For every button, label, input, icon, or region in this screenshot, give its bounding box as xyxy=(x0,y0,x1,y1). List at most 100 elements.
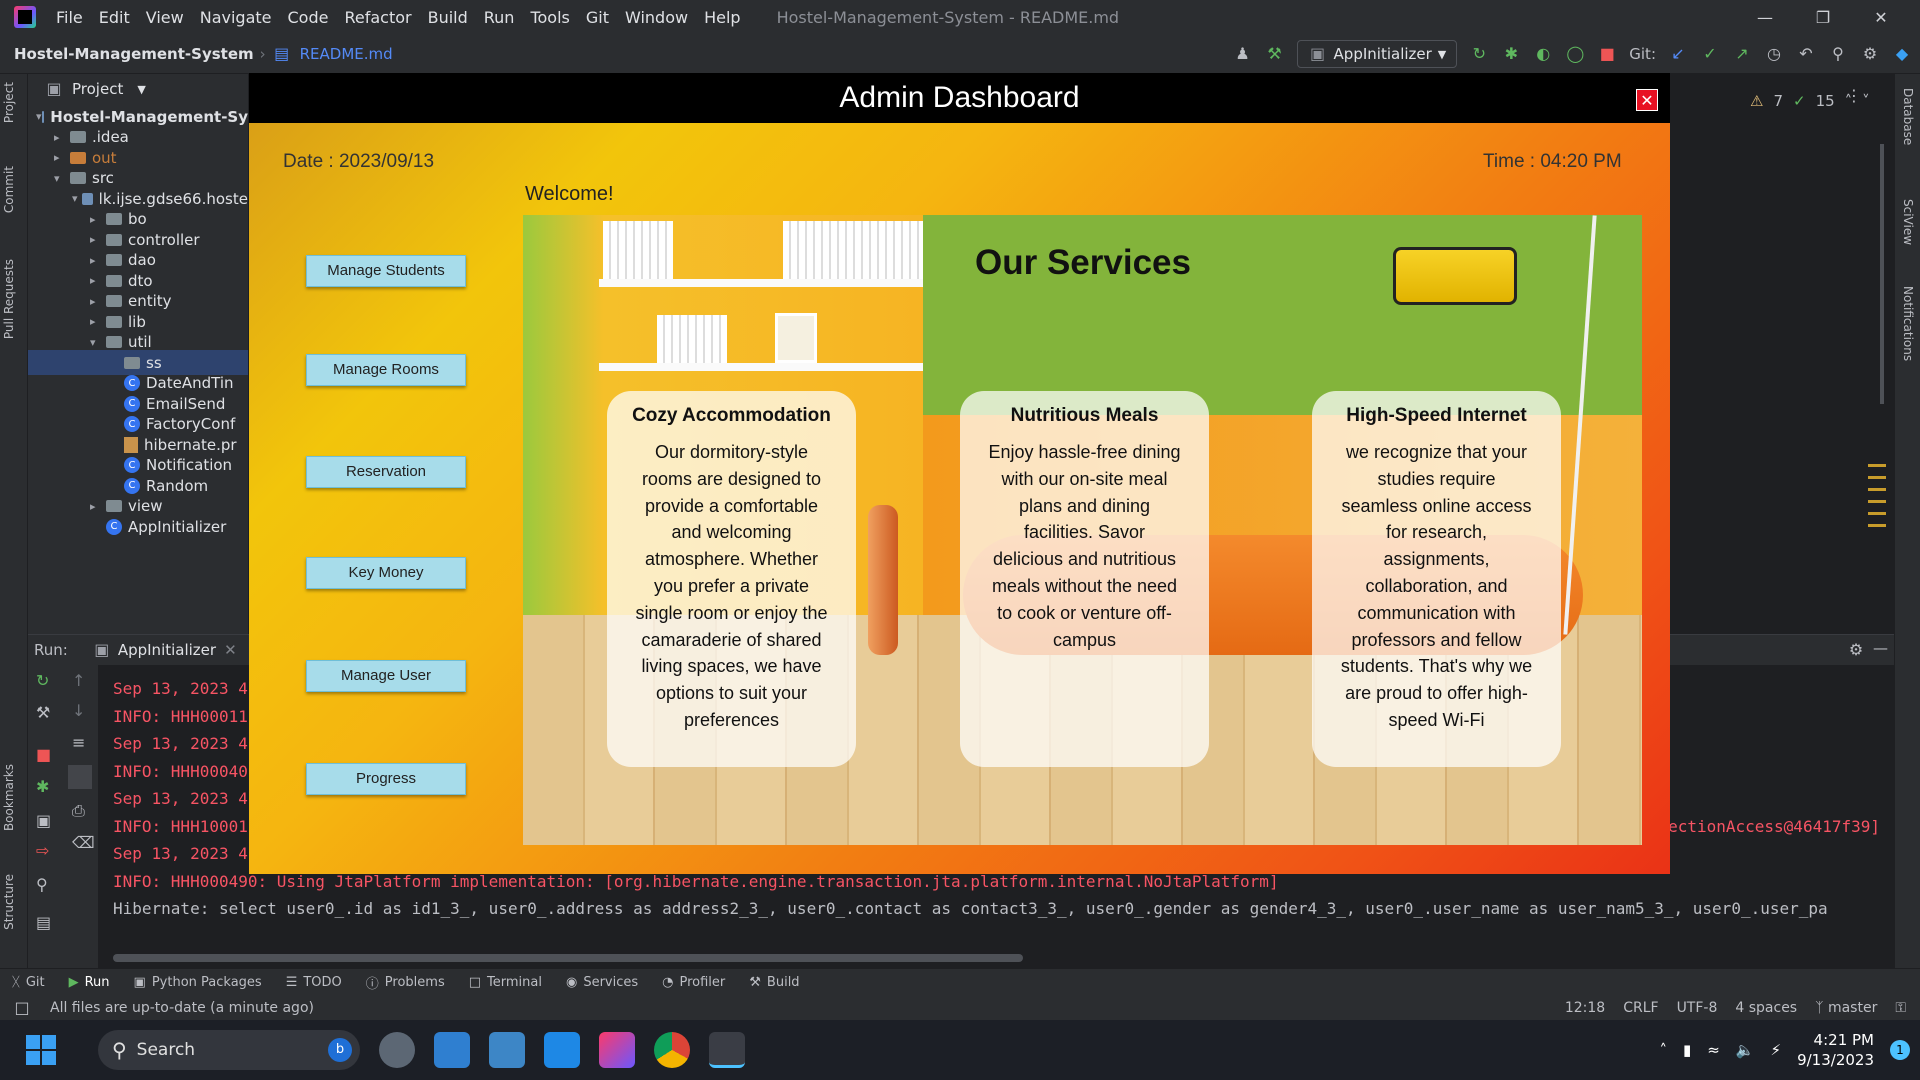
menu-file[interactable]: File xyxy=(48,8,91,27)
close-tab-icon[interactable]: ✕ xyxy=(224,641,237,659)
user-icon[interactable]: ♟ xyxy=(1233,44,1253,64)
debug-icon[interactable]: ✱ xyxy=(36,777,49,796)
chevron-right-icon[interactable]: ▸ xyxy=(90,254,106,267)
chevron-down-icon[interactable]: ▾ xyxy=(36,110,42,123)
tool-tab-run[interactable]: ▶ Run xyxy=(57,975,122,990)
tab-database[interactable]: Database xyxy=(1901,88,1915,145)
minimize-icon[interactable]: — xyxy=(1736,8,1794,27)
more-options-icon[interactable]: ⋮ xyxy=(1846,86,1862,105)
intellij-app-icon[interactable] xyxy=(599,1032,635,1068)
key-money-button[interactable]: Key Money xyxy=(306,557,466,589)
menu-view[interactable]: View xyxy=(138,8,192,27)
chevron-right-icon[interactable]: ▸ xyxy=(90,233,106,246)
scroll-end-icon[interactable] xyxy=(68,765,92,789)
pin-icon[interactable]: ⚲ xyxy=(36,875,48,894)
menu-run[interactable]: Run xyxy=(476,8,523,27)
photos-app-icon[interactable] xyxy=(489,1032,525,1068)
chevron-down-icon[interactable]: ▾ xyxy=(54,172,70,185)
notification-badge[interactable]: 1 xyxy=(1890,1040,1910,1060)
exit-icon[interactable]: ⇨ xyxy=(36,841,49,860)
tool-tab-terminal[interactable]: □ Terminal xyxy=(457,975,554,990)
chevron-right-icon[interactable]: ▸ xyxy=(90,274,106,287)
menu-refactor[interactable]: Refactor xyxy=(336,8,419,27)
history-icon[interactable]: ◷ xyxy=(1764,44,1784,64)
tree-item[interactable]: C AppInitializer xyxy=(28,514,248,539)
git-push-icon[interactable]: ↗ xyxy=(1732,44,1752,64)
project-label[interactable]: Project xyxy=(72,80,123,98)
tab-structure[interactable]: Structure xyxy=(2,874,16,930)
stop-icon[interactable]: ■ xyxy=(36,745,51,764)
tool-tab-build[interactable]: ⚒ Build xyxy=(737,975,811,990)
tab-notifications[interactable]: Notifications xyxy=(1901,286,1915,361)
run-config-select[interactable]: ▣ AppInitializer ▼ xyxy=(1296,40,1458,68)
tab-bookmarks[interactable]: Bookmarks xyxy=(2,764,16,831)
soft-wrap-icon[interactable]: ≡ xyxy=(72,733,85,752)
console-hscrollbar[interactable] xyxy=(113,954,1023,962)
menu-tools[interactable]: Tools xyxy=(522,8,577,27)
chrome-app-icon[interactable] xyxy=(654,1032,690,1068)
chevron-right-icon[interactable]: ▸ xyxy=(54,151,70,164)
status-indent[interactable]: 4 spaces xyxy=(1735,1000,1797,1016)
chevron-right-icon[interactable]: ▸ xyxy=(90,315,106,328)
trash-icon[interactable]: ⌫ xyxy=(72,833,95,852)
build-hammer-icon[interactable]: ⚒ xyxy=(1265,44,1285,64)
search-icon[interactable]: ⚲ xyxy=(1828,44,1848,64)
menu-navigate[interactable]: Navigate xyxy=(192,8,280,27)
menu-window[interactable]: Window xyxy=(617,8,696,27)
rollback-icon[interactable]: ↶ xyxy=(1796,44,1816,64)
tool-tab-todo[interactable]: ☰ TODO xyxy=(274,975,354,990)
manage-user-button[interactable]: Manage User xyxy=(306,660,466,692)
gear-icon[interactable]: ⚙ xyxy=(1846,640,1866,660)
tab-sciview[interactable]: SciView xyxy=(1901,199,1915,245)
tab-project[interactable]: Project xyxy=(2,82,16,123)
layout-toggle-icon[interactable]: □ xyxy=(12,998,32,1018)
menu-code[interactable]: Code xyxy=(280,8,337,27)
tool-tab-services[interactable]: ◉ Services xyxy=(554,975,650,990)
tool-tab-problems[interactable]: ⓘ Problems xyxy=(354,973,457,992)
chevron-down-icon[interactable]: ▾ xyxy=(90,336,106,349)
status-position[interactable]: 12:18 xyxy=(1565,1000,1605,1016)
status-line-sep[interactable]: CRLF xyxy=(1623,1000,1658,1016)
debug-icon[interactable]: ✱ xyxy=(1501,44,1521,64)
gear-icon[interactable]: ⚙ xyxy=(1860,44,1880,64)
run-tab-label[interactable]: AppInitializer xyxy=(118,641,216,659)
progress-button[interactable]: Progress xyxy=(306,763,466,795)
git-branch[interactable]: ᛉ master xyxy=(1815,1000,1877,1016)
volume-muted-icon[interactable]: 🔈 xyxy=(1736,1041,1755,1059)
power-icon[interactable]: ⚡ xyxy=(1771,1041,1782,1059)
chevron-down-icon[interactable]: ˅ xyxy=(1862,92,1870,110)
profile-icon[interactable]: ◯ xyxy=(1565,44,1585,64)
menu-help[interactable]: Help xyxy=(696,8,748,27)
tool-tab-python-packages[interactable]: ▣ Python Packages xyxy=(122,975,274,990)
git-update-icon[interactable]: ↙ xyxy=(1668,44,1688,64)
layout-icon[interactable]: ▤ xyxy=(36,913,51,932)
chevron-right-icon[interactable]: ▸ xyxy=(54,131,70,144)
chevron-up-icon[interactable]: ˄ xyxy=(1660,1041,1668,1059)
tool-tab-profiler[interactable]: ◔ Profiler xyxy=(650,975,737,990)
control-panel-app-icon[interactable] xyxy=(434,1032,470,1068)
rerun-icon[interactable]: ↻ xyxy=(36,671,49,690)
rerun-icon[interactable]: ↻ xyxy=(1469,44,1489,64)
taskbar-clock[interactable]: 4:21 PM 9/13/2023 xyxy=(1797,1030,1874,1070)
menu-build[interactable]: Build xyxy=(420,8,476,27)
dashboard-close-button[interactable]: ✕ xyxy=(1636,89,1658,111)
minimize-panel-icon[interactable]: — xyxy=(1873,639,1888,657)
manage-students-button[interactable]: Manage Students xyxy=(306,255,466,287)
tab-pull-requests[interactable]: Pull Requests xyxy=(2,259,16,339)
breadcrumb-file[interactable]: README.md xyxy=(300,45,393,63)
windows-start-icon[interactable] xyxy=(26,1035,56,1065)
coverage-icon[interactable]: ◐ xyxy=(1533,44,1553,64)
breadcrumb-project[interactable]: Hostel-Management-System xyxy=(14,45,254,63)
chevron-right-icon[interactable]: ▸ xyxy=(90,500,106,513)
restore-icon[interactable]: ❐ xyxy=(1794,8,1852,27)
taskbar-search[interactable]: ⚲ Search b xyxy=(98,1030,360,1070)
chevron-down-icon[interactable]: ▼ xyxy=(137,83,145,96)
arrow-down-icon[interactable]: ↓ xyxy=(72,701,85,720)
editor-scrollbar[interactable] xyxy=(1880,144,1884,404)
bing-icon[interactable]: b xyxy=(328,1038,352,1062)
settings-app-icon[interactable] xyxy=(379,1032,415,1068)
menu-edit[interactable]: Edit xyxy=(91,8,138,27)
menu-git[interactable]: Git xyxy=(578,8,617,27)
print-icon[interactable]: ⎙ xyxy=(72,801,85,821)
manage-rooms-button[interactable]: Manage Rooms xyxy=(306,354,466,386)
